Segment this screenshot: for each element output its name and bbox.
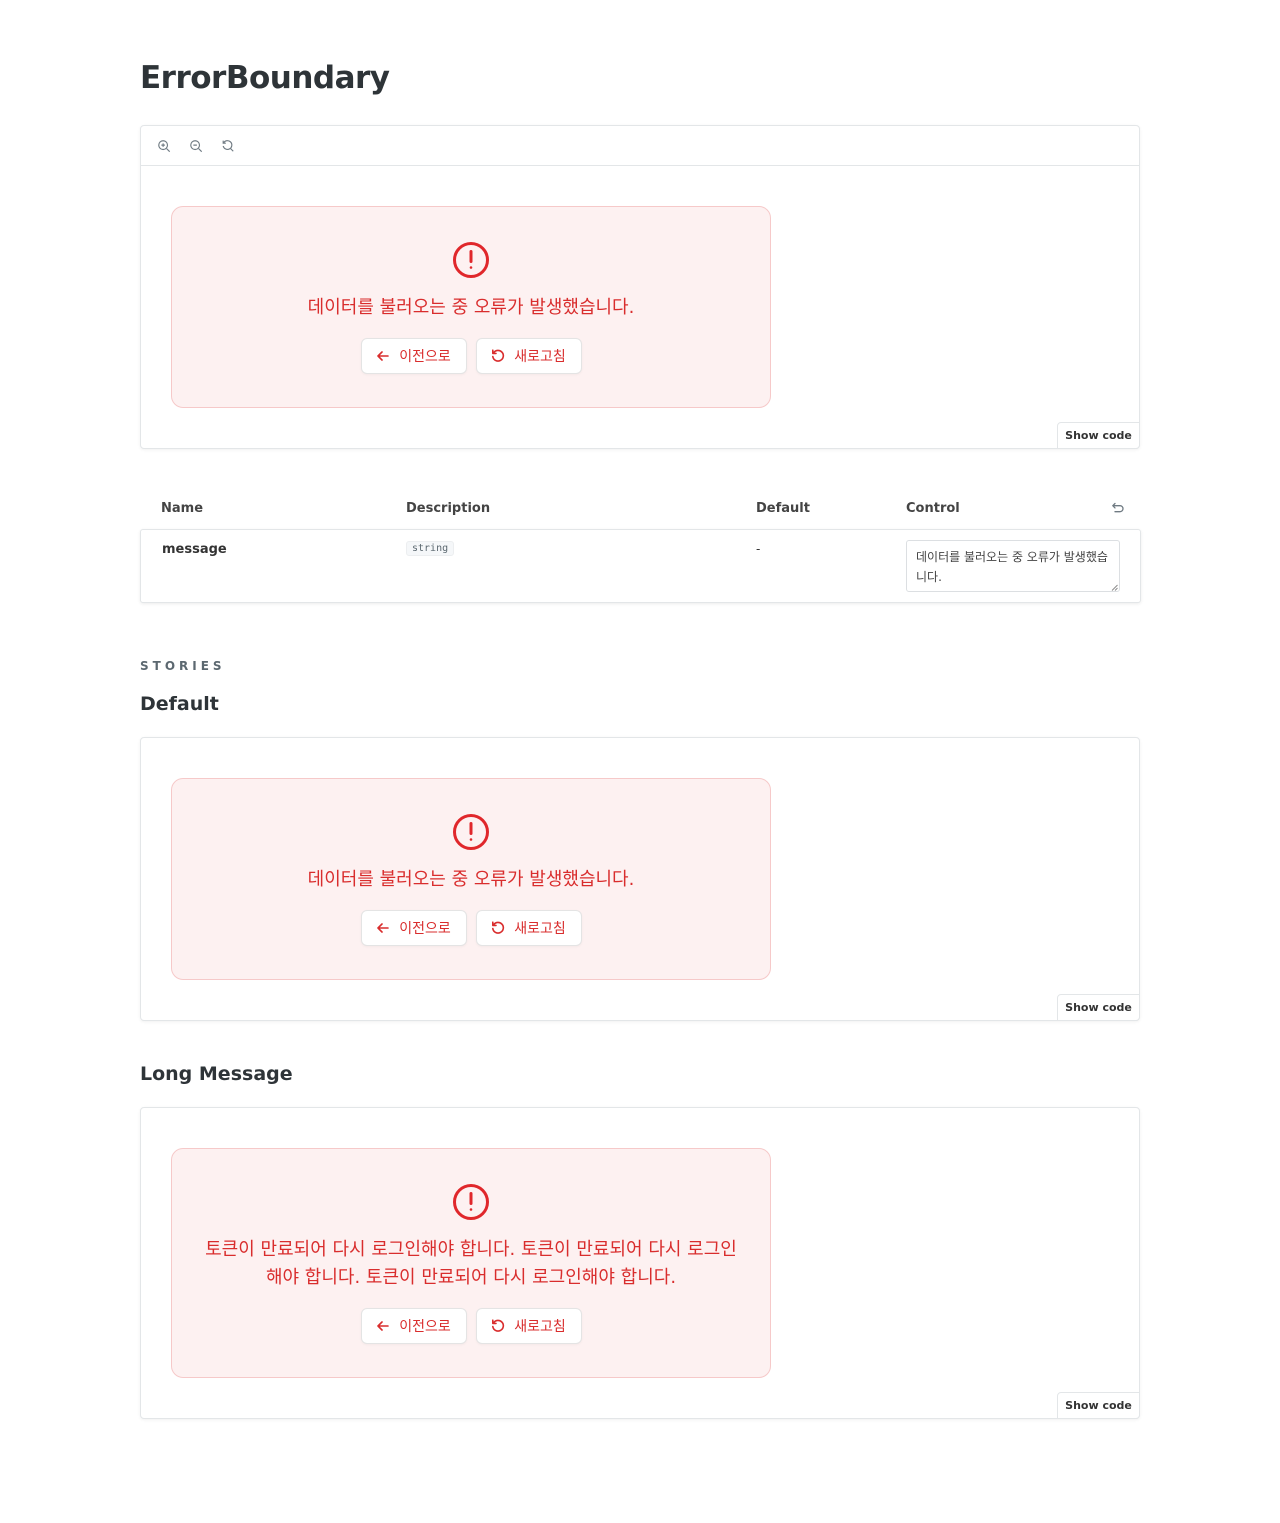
zoom-in-icon[interactable] bbox=[153, 135, 175, 157]
resize-handle-icon[interactable] bbox=[1111, 584, 1118, 591]
refresh-button-label: 새로고침 bbox=[514, 1319, 566, 1335]
refresh-icon bbox=[492, 921, 505, 934]
page-title: ErrorBoundary bbox=[140, 60, 390, 96]
header-default: Default bbox=[756, 501, 810, 516]
args-table-header: Name Description Default Control bbox=[140, 488, 1141, 529]
show-code-button[interactable]: Show code bbox=[1057, 994, 1140, 1021]
alert-circle-icon bbox=[453, 1184, 489, 1220]
header-name: Name bbox=[161, 501, 204, 516]
refresh-button[interactable]: 새로고침 bbox=[475, 338, 582, 374]
args-table: Name Description Default Control message… bbox=[140, 488, 1141, 603]
header-control: Control bbox=[906, 501, 960, 516]
table-row: message string - 데이터를 불러오는 중 오류가 발생했습니다. bbox=[140, 529, 1141, 603]
story-title-default: Default bbox=[140, 693, 219, 715]
refresh-icon bbox=[492, 1319, 505, 1332]
canvas-toolbar bbox=[141, 126, 1139, 166]
error-message: 데이터를 불러오는 중 오류가 발생했습니다. bbox=[307, 869, 635, 890]
back-button-label: 이전으로 bbox=[399, 349, 451, 365]
arg-default: - bbox=[756, 542, 761, 556]
refresh-button[interactable]: 새로고침 bbox=[475, 1308, 582, 1344]
error-actions: 이전으로 새로고침 bbox=[360, 338, 582, 374]
alert-circle-icon bbox=[453, 242, 489, 278]
story-canvas-default: 데이터를 불러오는 중 오류가 발생했습니다. 이전으로 새로고침 Show c… bbox=[140, 737, 1140, 1021]
arrow-left-icon bbox=[377, 351, 390, 361]
arg-name: message bbox=[162, 542, 227, 557]
reset-zoom-icon[interactable] bbox=[217, 135, 239, 157]
error-boundary-card: 토큰이 만료되어 다시 로그인해야 합니다. 토큰이 만료되어 다시 로그인해야… bbox=[171, 1148, 771, 1378]
reset-controls-icon[interactable] bbox=[1111, 501, 1125, 519]
arg-type-badge: string bbox=[406, 541, 455, 556]
error-boundary-card: 데이터를 불러오는 중 오류가 발생했습니다. 이전으로 새로고침 bbox=[171, 206, 771, 408]
back-button-label: 이전으로 bbox=[399, 921, 451, 937]
stories-section-label: STORIES bbox=[140, 659, 226, 673]
refresh-button-label: 새로고침 bbox=[514, 349, 566, 365]
arrow-left-icon bbox=[377, 1321, 390, 1331]
error-actions: 이전으로 새로고침 bbox=[360, 910, 582, 946]
story-title-long-message: Long Message bbox=[140, 1063, 293, 1085]
arrow-left-icon bbox=[377, 923, 390, 933]
back-button[interactable]: 이전으로 bbox=[360, 1308, 467, 1344]
error-message: 데이터를 불러오는 중 오류가 발생했습니다. bbox=[307, 297, 635, 318]
zoom-out-icon[interactable] bbox=[185, 135, 207, 157]
refresh-icon bbox=[492, 349, 505, 362]
back-button[interactable]: 이전으로 bbox=[360, 910, 467, 946]
message-control-textarea[interactable]: 데이터를 불러오는 중 오류가 발생했습니다. bbox=[906, 540, 1120, 592]
error-boundary-card: 데이터를 불러오는 중 오류가 발생했습니다. 이전으로 새로고침 bbox=[171, 778, 771, 980]
error-actions: 이전으로 새로고침 bbox=[360, 1308, 582, 1344]
back-button-label: 이전으로 bbox=[399, 1319, 451, 1335]
header-description: Description bbox=[406, 501, 491, 516]
alert-circle-icon bbox=[453, 814, 489, 850]
show-code-button[interactable]: Show code bbox=[1057, 422, 1140, 449]
back-button[interactable]: 이전으로 bbox=[360, 338, 467, 374]
story-canvas-long-message: 토큰이 만료되어 다시 로그인해야 합니다. 토큰이 만료되어 다시 로그인해야… bbox=[140, 1107, 1140, 1419]
refresh-button-label: 새로고침 bbox=[514, 921, 566, 937]
error-message: 토큰이 만료되어 다시 로그인해야 합니다. 토큰이 만료되어 다시 로그인해야… bbox=[205, 1239, 737, 1288]
refresh-button[interactable]: 새로고침 bbox=[475, 910, 582, 946]
show-code-button[interactable]: Show code bbox=[1057, 1392, 1140, 1419]
primary-canvas: 데이터를 불러오는 중 오류가 발생했습니다. 이전으로 새로고침 Show c… bbox=[140, 125, 1140, 449]
